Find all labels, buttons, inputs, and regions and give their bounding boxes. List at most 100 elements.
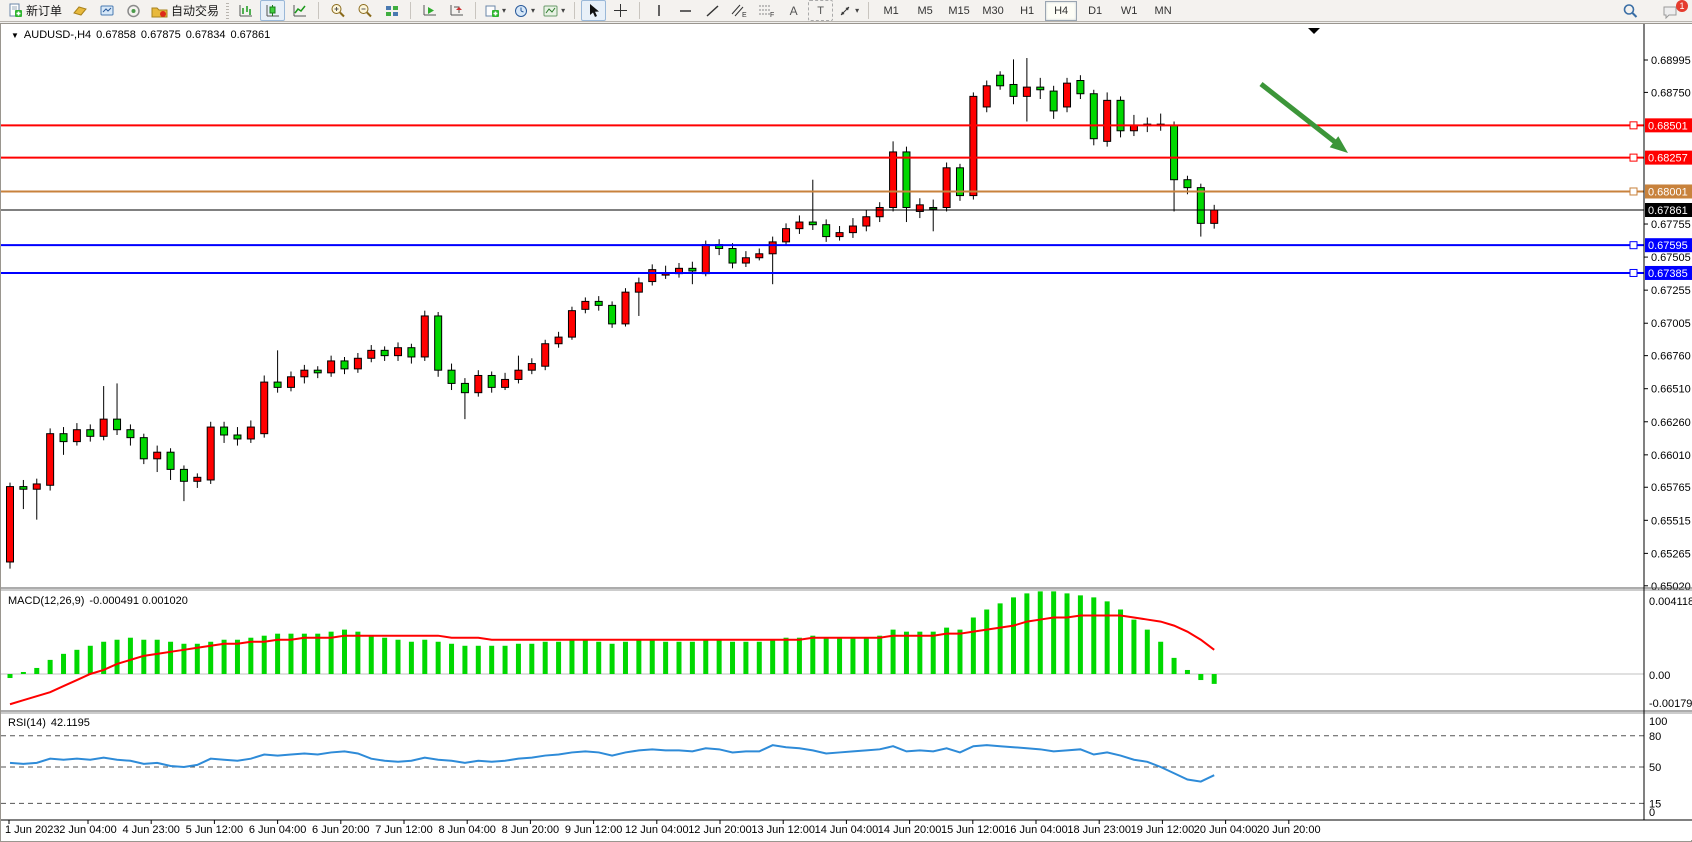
text-tool[interactable]: A [781,0,806,21]
svg-text:0.004118: 0.004118 [1649,596,1692,608]
candle-body [1197,188,1204,224]
timeframe-button-m30[interactable]: M30 [977,1,1009,21]
signal-icon [126,4,141,18]
candle-body [1171,125,1178,179]
candle-body [73,430,80,442]
candle-body [368,350,375,358]
candle-body [221,427,228,435]
candle-body [609,305,616,324]
candle-body [876,207,883,216]
candle-body [756,254,763,258]
search-button[interactable] [1618,1,1643,22]
chart-close-value: 0.67861 [230,29,270,41]
horizontal-line-tool[interactable] [673,0,698,21]
chevron-down-icon: ▾ [855,6,859,15]
candle-body [448,370,455,383]
trendline-tool[interactable] [700,0,725,21]
candle-body [435,316,442,370]
auto-scroll-button[interactable] [417,0,442,21]
chart-shift-button[interactable] [444,0,469,21]
candle-body [890,152,897,208]
chevron-down-icon: ▾ [531,6,535,15]
vertical-line-icon [653,3,665,18]
svg-text:1 Jun 2023: 1 Jun 2023 [5,824,59,836]
candle-body [1104,100,1111,141]
svg-text:0.67005: 0.67005 [1651,318,1691,330]
templates-button[interactable]: ▾ [540,0,568,21]
svg-text:6 Jun 20:00: 6 Jun 20:00 [312,824,370,836]
candle-body [983,86,990,107]
ticket-button[interactable] [67,0,92,21]
candle-body [381,350,388,355]
svg-text:-0.001793: -0.001793 [1649,698,1692,710]
arrows-tool[interactable]: ▾ [835,0,862,21]
candle-body [1077,81,1084,94]
chart-open-value: 0.67858 [96,29,136,41]
text-icon: A [790,4,798,18]
svg-text:12 Jun 20:00: 12 Jun 20:00 [688,824,752,836]
vertical-line-tool[interactable] [646,0,671,21]
candle-body [274,382,281,387]
candle-body [997,75,1004,86]
candle-body [47,434,54,486]
candle-body [354,358,361,369]
timeframe-button-m1[interactable]: M1 [875,1,907,21]
candlestick-chart-button[interactable] [260,0,285,21]
zoom-in-button[interactable] [325,0,350,21]
timeframe-button-mn[interactable]: MN [1147,1,1179,21]
zoom-out-button[interactable] [352,0,377,21]
new-chart-button[interactable]: ▾ [482,0,509,21]
terminal-button[interactable] [94,0,119,21]
svg-text:2 Jun 04:00: 2 Jun 04:00 [59,824,117,836]
chart-title: ▼AUDUSD-,H40.678580.678750.678340.67861 [11,29,275,41]
equidistant-channel-tool[interactable]: E [727,0,752,21]
svg-text:8 Jun 04:00: 8 Jun 04:00 [438,824,496,836]
notifications-button[interactable]: 1 [1658,1,1683,22]
line-chart-button[interactable] [287,0,312,21]
svg-text:20 Jun 04:00: 20 Jun 04:00 [1194,824,1258,836]
ticket-icon [72,4,88,18]
timeframe-button-m15[interactable]: M15 [943,1,975,21]
new-order-button[interactable]: 新订单 [5,0,65,21]
chart-canvas[interactable]: 0.0041180.00-0.00179310080501500.685010.… [1,24,1692,840]
signal-button[interactable] [121,0,146,21]
svg-text:0.67385: 0.67385 [1648,268,1688,280]
search-icon [1622,3,1639,19]
toolbar-separator [574,2,575,19]
candle-body [341,361,348,369]
svg-text:50: 50 [1649,762,1661,774]
candlestick-icon [265,3,281,18]
candle-body [796,222,803,229]
text-label-icon: T [817,5,824,17]
macd-indicator-label: MACD(12,26,9)-0.000491 0.001020 [8,595,193,607]
tile-windows-button[interactable] [379,0,404,21]
cursor-tool-button[interactable] [581,0,606,21]
timeframe-button-h4[interactable]: H4 [1045,1,1077,21]
text-label-tool[interactable]: T [808,0,833,21]
templates-icon [543,4,559,18]
bar-chart-button[interactable] [233,0,258,21]
candle-body [1090,94,1097,139]
zoom-out-icon [357,3,373,18]
svg-text:0.65515: 0.65515 [1651,515,1691,527]
candle-body [635,283,642,292]
timeframe-button-w1[interactable]: W1 [1113,1,1145,21]
auto-trading-button[interactable]: 自动交易 [148,0,222,21]
chart-shift-icon [449,3,465,18]
timeframe-button-d1[interactable]: D1 [1079,1,1111,21]
candle-body [140,438,147,459]
candle-body [863,217,870,226]
timeframe-button-h1[interactable]: H1 [1011,1,1043,21]
level-handle [1630,188,1637,195]
candle-body [823,225,830,237]
toolbar-grip [226,3,229,19]
macd-name: MACD(12,26,9) [8,595,84,607]
crosshair-tool-button[interactable] [608,0,633,21]
svg-text:0.67755: 0.67755 [1651,219,1691,231]
candle-body [555,337,562,344]
timeframe-button-m5[interactable]: M5 [909,1,941,21]
collapse-chart-icon[interactable]: ▼ [11,31,19,40]
fibonacci-tool[interactable]: F [754,0,779,21]
period-clock-button[interactable]: ▾ [511,0,538,21]
chart-window: 0.0041180.00-0.00179310080501500.685010.… [0,23,1692,842]
